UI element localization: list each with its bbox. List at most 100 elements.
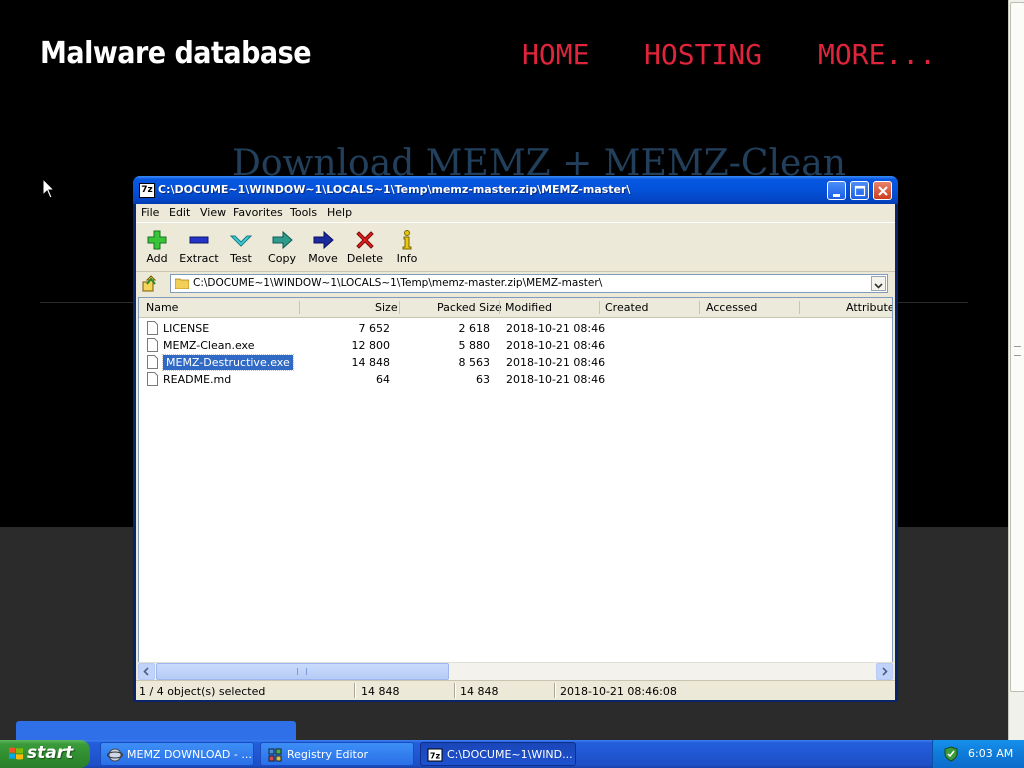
page-scroll-thumb[interactable] (1010, 2, 1024, 692)
check-icon (230, 235, 252, 247)
extract-button[interactable]: Extract (178, 227, 220, 269)
file-row-selected[interactable]: MEMZ-Destructive.exe 14 848 8 563 2018-1… (139, 354, 892, 371)
start-label: start (27, 743, 74, 763)
maximize-icon (854, 185, 866, 197)
scroll-grip-icon (297, 668, 307, 675)
file-modified: 2018-10-21 08:46 (506, 373, 606, 386)
scroll-right-button[interactable] (876, 663, 893, 680)
file-icon (147, 372, 158, 386)
scroll-thumb[interactable] (156, 663, 449, 680)
nav-hosting-link[interactable]: HOSTING (644, 38, 762, 71)
info-icon (402, 230, 412, 250)
minimize-icon (833, 194, 840, 197)
menu-edit[interactable]: Edit (169, 206, 190, 219)
windows-logo-icon (9, 747, 23, 760)
move-button[interactable]: Move (302, 227, 344, 269)
path-combobox[interactable]: C:\DOCUME~1\WINDOW~1\LOCALS~1\Temp\memz-… (170, 274, 888, 293)
file-row[interactable]: MEMZ-Clean.exe 12 800 5 880 2018-10-21 0… (139, 337, 892, 354)
status-size: 14 848 (361, 685, 400, 698)
minimize-button[interactable] (827, 181, 846, 200)
taskbar-item-7zip[interactable]: 7z C:\DOCUME~1\WIND... (420, 742, 576, 766)
delete-x-icon (356, 231, 374, 249)
file-row[interactable]: LICENSE 7 652 2 618 2018-10-21 08:46 (139, 320, 892, 337)
nav-home-link[interactable]: HOME (522, 38, 589, 71)
download-button[interactable] (16, 721, 296, 740)
window-titlebar[interactable]: 7z C:\DOCUME~1\WINDOW~1\LOCALS~1\Temp\me… (133, 176, 898, 204)
copy-label: Copy (268, 252, 296, 265)
file-icon (147, 321, 158, 335)
column-created[interactable]: Created (605, 301, 649, 314)
address-bar: C:\DOCUME~1\WINDOW~1\LOCALS~1\Temp\memz-… (136, 272, 895, 296)
path-dropdown-button[interactable] (871, 276, 886, 291)
file-packed-size: 63 (476, 373, 490, 386)
page-scrollbar[interactable] (1008, 0, 1024, 740)
file-name: MEMZ-Clean.exe (163, 339, 255, 352)
menu-file[interactable]: File (141, 206, 159, 219)
add-button[interactable]: Add (136, 227, 178, 269)
column-packed-size[interactable]: Packed Size (437, 301, 502, 314)
file-size: 14 848 (351, 356, 391, 369)
column-attributes[interactable]: Attributes (846, 301, 892, 314)
taskbar-item-label: Registry Editor (287, 748, 369, 761)
plus-icon (147, 230, 167, 250)
move-label: Move (308, 252, 338, 265)
scroll-left-button[interactable] (138, 663, 155, 680)
7zip-icon: 7z (427, 748, 443, 762)
file-size: 12 800 (351, 339, 391, 352)
column-separator[interactable] (299, 301, 300, 314)
close-button[interactable] (873, 181, 892, 200)
chevron-down-icon (874, 283, 883, 289)
column-separator[interactable] (699, 301, 700, 314)
window-body: File Edit View Favorites Tools Help Add … (136, 204, 895, 700)
7zip-file-manager-window: 7z C:\DOCUME~1\WINDOW~1\LOCALS~1\Temp\me… (133, 176, 898, 702)
extract-label: Extract (179, 252, 219, 265)
security-shield-icon[interactable] (943, 746, 959, 762)
menu-bar: File Edit View Favorites Tools Help (136, 204, 895, 223)
file-modified: 2018-10-21 08:46 (506, 356, 606, 369)
chevron-left-icon (143, 667, 149, 676)
status-modified: 2018-10-21 08:46:08 (560, 685, 677, 698)
nav-more-link[interactable]: MORE... (818, 38, 936, 71)
column-separator[interactable] (799, 301, 800, 314)
column-modified[interactable]: Modified (505, 301, 552, 314)
file-modified: 2018-10-21 08:46 (506, 322, 606, 335)
scroll-grip-icon (1014, 346, 1021, 356)
column-separator[interactable] (499, 301, 500, 314)
column-separator[interactable] (399, 301, 400, 314)
delete-label: Delete (346, 252, 384, 265)
file-size: 64 (376, 373, 390, 386)
minus-icon (189, 236, 209, 244)
delete-button[interactable]: Delete (344, 227, 386, 269)
svg-text:7z: 7z (430, 752, 441, 761)
test-button[interactable]: Test (220, 227, 262, 269)
maximize-button[interactable] (850, 181, 869, 200)
up-folder-icon[interactable] (141, 275, 159, 293)
file-name: LICENSE (163, 322, 210, 335)
clock[interactable]: 6:03 AM (968, 747, 1013, 760)
column-name[interactable]: Name (146, 301, 178, 314)
toolbar: Add Extract Test Copy Move Delete Info (136, 223, 895, 272)
registry-icon (268, 748, 282, 762)
copy-button[interactable]: Copy (261, 227, 303, 269)
mouse-cursor-icon (42, 178, 56, 199)
status-divider (354, 683, 356, 698)
column-accessed[interactable]: Accessed (706, 301, 757, 314)
menu-help[interactable]: Help (327, 206, 352, 219)
menu-view[interactable]: View (200, 206, 226, 219)
horizontal-scrollbar[interactable] (138, 662, 893, 680)
column-size[interactable]: Size (375, 301, 398, 314)
folder-icon (175, 278, 189, 289)
chevron-right-icon (882, 667, 888, 676)
taskbar-item-registry-editor[interactable]: Registry Editor (260, 742, 414, 766)
file-list[interactable]: Name Size Packed Size Modified Created A… (138, 297, 893, 678)
info-button[interactable]: Info (386, 227, 428, 269)
file-name: README.md (163, 373, 232, 386)
menu-tools[interactable]: Tools (290, 206, 317, 219)
menu-favorites[interactable]: Favorites (233, 206, 283, 219)
taskbar: start MEMZ DOWNLOAD - ... Registry Edito… (0, 740, 1024, 768)
test-label: Test (230, 252, 252, 265)
file-row[interactable]: README.md 64 63 2018-10-21 08:46 (139, 371, 892, 388)
start-button[interactable]: start (0, 740, 90, 768)
taskbar-item-browser[interactable]: MEMZ DOWNLOAD - ... (100, 742, 254, 766)
column-separator[interactable] (599, 301, 600, 314)
